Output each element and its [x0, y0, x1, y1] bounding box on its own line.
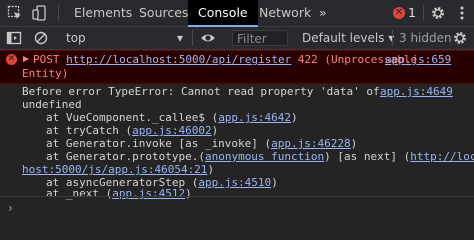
error-url-link[interactable]: http://localhost:5000/api/register — [66, 53, 291, 66]
stack-frame: at Generator.prototype.(anonymous functi… — [46, 150, 474, 163]
stack-frame-link[interactable]: app.js:4510 — [198, 176, 271, 189]
console-settings-gear-icon[interactable] — [452, 30, 468, 46]
live-expression-eye-icon[interactable] — [200, 30, 216, 46]
trace-message-line-1: Before error TypeError: Cannot read prop… — [22, 85, 380, 98]
log-levels-dropdown[interactable]: Default levels ▾ — [302, 27, 394, 49]
devtools-tabbar: Elements Sources Console Network » ✕ 1 — [0, 0, 474, 27]
clear-console-icon[interactable] — [33, 30, 49, 46]
more-tabs-button[interactable]: » — [313, 0, 333, 26]
trace-source-link[interactable]: app.js:4649 — [380, 85, 453, 98]
error-source-link[interactable]: app.js:659 — [385, 53, 451, 66]
error-line-1: POST http://localhost:5000/api/register … — [33, 53, 417, 66]
error-icon[interactable]: ✕ — [393, 7, 405, 19]
stack-frame-link[interactable]: app.js:4642 — [218, 111, 291, 124]
console-prompt-icon[interactable]: › — [8, 201, 13, 215]
prompt-divider — [0, 196, 474, 197]
tabbar-separator — [423, 5, 424, 21]
device-toolbar-icon[interactable] — [32, 5, 48, 21]
toolbar-separator — [192, 30, 193, 46]
settings-gear-icon[interactable] — [430, 5, 446, 21]
error-icon: ✕ — [6, 54, 17, 65]
more-options-icon[interactable] — [454, 5, 470, 21]
error-count[interactable]: 1 — [408, 0, 416, 26]
tab-console[interactable]: Console — [188, 0, 258, 27]
tab-network[interactable]: Network — [249, 0, 321, 26]
stack-frame-link[interactable]: anonymous function — [205, 150, 324, 163]
console-error-message: ✕ POST http://localhost:5000/api/registe… — [0, 50, 474, 84]
stack-frame-link[interactable]: app.js:46228 — [271, 137, 350, 150]
sidebar-toggle-icon[interactable] — [6, 30, 22, 46]
toolbar-separator — [392, 30, 393, 46]
stack-frame-link[interactable]: host:5000/js/app.js:46054:21 — [22, 163, 207, 176]
stack-frame-link[interactable]: app.js:4512 — [112, 187, 185, 200]
stack-frame-link[interactable]: app.js:46002 — [132, 124, 211, 137]
expand-triangle-icon[interactable] — [22, 55, 30, 63]
chevron-down-icon[interactable]: ▾ — [177, 27, 183, 49]
context-selector[interactable]: top — [66, 27, 86, 49]
stack-frame: at _next (app.js:4512) — [46, 187, 192, 200]
filter-input[interactable]: Filter — [232, 30, 288, 46]
inspect-element-icon[interactable] — [7, 5, 23, 21]
stack-frame-continuation: host:5000/js/app.js:46054:21) — [22, 163, 215, 176]
trace-message-line-2: undefined — [22, 98, 82, 111]
tabbar-separator — [58, 5, 59, 21]
error-line-2: Entity) — [22, 67, 69, 80]
stack-frame-url-link[interactable]: http://local — [410, 150, 474, 163]
stack-frame: at VueComponent._callee$ (app.js:4642) — [46, 111, 298, 124]
console-toolbar: top ▾ Filter Default levels ▾ 3 hidden — [0, 27, 474, 50]
hidden-messages-count: 3 hidden — [399, 31, 452, 45]
stack-frame: at Generator.invoke [as _invoke] (app.js… — [46, 137, 358, 150]
stack-frame: at tryCatch (app.js:46002) — [46, 124, 219, 137]
error-method: POST — [33, 53, 67, 66]
